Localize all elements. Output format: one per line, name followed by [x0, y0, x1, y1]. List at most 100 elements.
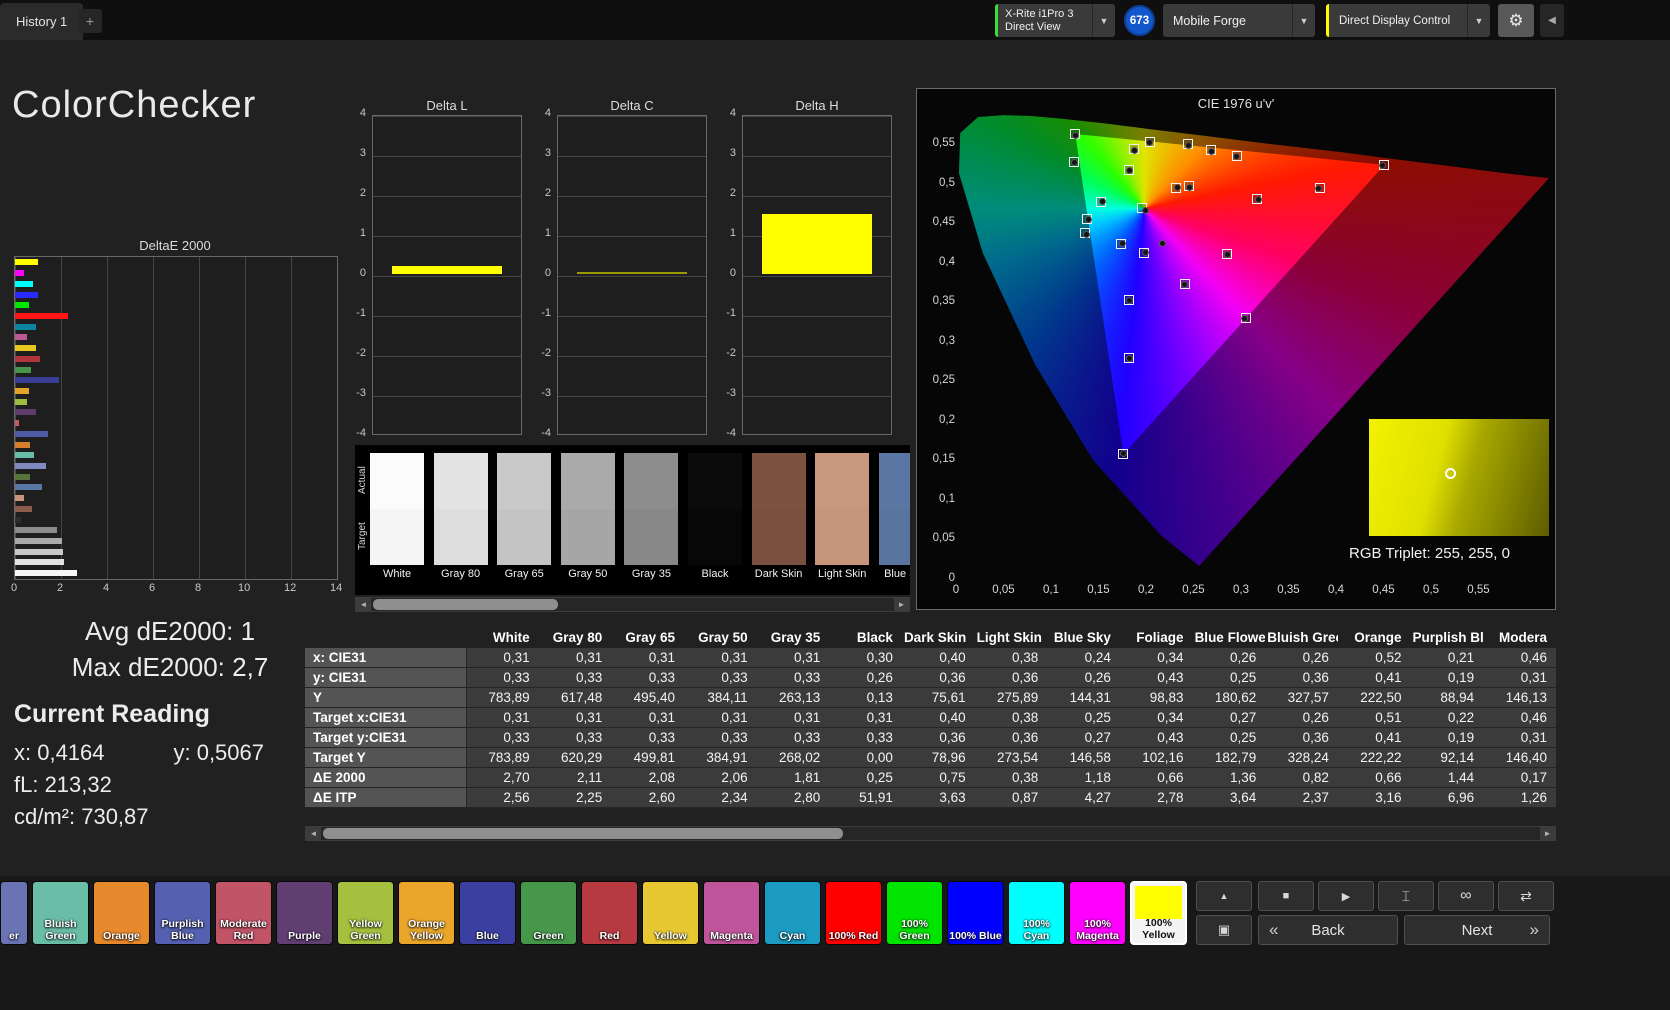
meter-select-button[interactable]: X-Rite i1Pro 3 Direct View ▼: [995, 4, 1115, 37]
table-cell: 222,50: [1360, 690, 1402, 705]
table-cell: 102,16: [1142, 750, 1184, 765]
table-header-row: White Gray 80 Gray 65 Gray 50 Gray 35 Black Da…: [305, 628, 1556, 648]
swatch-target-light-skin: [815, 509, 870, 565]
measured-point-marker: [1232, 153, 1240, 161]
swatch-scrollbar-thumb[interactable]: [373, 599, 558, 610]
measured-point-marker: [1173, 183, 1181, 191]
patch-button-100-cyan[interactable]: 100% Cyan: [1008, 881, 1065, 945]
pattern-source-button[interactable]: Mobile Forge ▼: [1163, 4, 1315, 37]
column-header-white: White: [492, 630, 530, 645]
table-cell: 0,87: [1011, 790, 1039, 805]
swatch-actual-gray-80: [433, 453, 488, 509]
chevron-down-icon[interactable]: ▼: [1092, 4, 1115, 37]
patch-button-moderate-red[interactable]: Moderate Red: [215, 881, 272, 945]
table-cell: 1,81: [794, 770, 821, 785]
patch-button-100-yellow[interactable]: 100% Yellow: [1130, 881, 1187, 945]
table-scrollbar[interactable]: ◄ ►: [305, 826, 1556, 841]
patch-button-er[interactable]: er: [0, 881, 28, 945]
y-axis-tick-label: -1: [541, 307, 551, 319]
collapse-panel-button[interactable]: ◀: [1540, 4, 1564, 37]
patch-button-bluish-green[interactable]: Bluish Green: [32, 881, 89, 945]
table-scrollbar-thumb[interactable]: [323, 828, 843, 839]
play-button[interactable]: ▶: [1318, 881, 1374, 911]
continuous-measure-button[interactable]: ∞: [1438, 881, 1494, 911]
table-cell: 0,33: [721, 670, 748, 685]
patch-button-orange-yellow[interactable]: Orange Yellow: [398, 881, 455, 945]
table-cell: 0,46: [1520, 650, 1547, 665]
page-title: ColorChecker: [12, 84, 257, 126]
chart-title-delta-h: Delta H: [795, 98, 839, 113]
swatch-target-black: [688, 509, 742, 565]
table-cell: 0,34: [1157, 710, 1184, 725]
table-row-y: Y 783,89 617,48 495,40 384,11 263,13 0,13 75,61…: [305, 687, 1556, 708]
table-cell: 0,13: [866, 690, 893, 705]
current-xy: x: 0,4164 y: 0,5067: [14, 740, 264, 766]
back-button[interactable]: « Back: [1258, 915, 1398, 945]
measured-point-marker: [1379, 161, 1387, 169]
display-control-button[interactable]: Direct Display Control ▼: [1326, 4, 1490, 37]
patch-label: Green: [533, 929, 564, 942]
chevron-down-icon[interactable]: ▼: [1467, 4, 1490, 37]
play-icon: ▶: [1341, 890, 1351, 903]
table-cell: 0,31: [648, 650, 675, 665]
patch-button-yellow[interactable]: Yellow: [642, 881, 699, 945]
table-cell: 146,58: [1069, 750, 1111, 765]
patch-button-green[interactable]: Green: [520, 881, 577, 945]
tab-history-1[interactable]: History 1: [0, 3, 84, 40]
patch-button-purple[interactable]: Purple: [276, 881, 333, 945]
patch-button-100-red[interactable]: 100% Red: [825, 881, 882, 945]
column-header-gray-80: Gray 80: [552, 630, 603, 645]
y-axis-tick-label: -3: [356, 387, 366, 399]
table-cell: 0,40: [939, 650, 966, 665]
delta-plot-delta-h: [742, 115, 892, 435]
table-cell: 617,48: [561, 690, 603, 705]
table-cell: 0,31: [503, 710, 530, 725]
table-cell: 0,31: [503, 650, 530, 665]
table-cell: 0,33: [503, 670, 530, 685]
patch-button-magenta[interactable]: Magenta: [703, 881, 760, 945]
swatch-label: Gray 80: [441, 568, 481, 580]
table-cell: 0,43: [1157, 730, 1184, 745]
loop-button[interactable]: ⇄: [1498, 881, 1554, 911]
deltae-bar-100-green: [15, 302, 29, 309]
patch-button-100-magenta[interactable]: 100% Magenta: [1069, 881, 1126, 945]
infinity-icon: ∞: [1460, 887, 1472, 904]
deltae-bar-white: [15, 570, 78, 577]
table-row-target-y: Target Y 783,89 620,29 499,81 384,91 268,02 0,…: [305, 747, 1556, 768]
scroll-left-icon[interactable]: ◄: [356, 598, 371, 611]
swatch-target-gray-80: [433, 509, 488, 565]
patch-label: Purple: [288, 929, 321, 942]
chevron-down-icon[interactable]: ▼: [1292, 4, 1315, 37]
patch-button-yellow-green[interactable]: Yellow Green: [337, 881, 394, 945]
single-measure-button[interactable]: ⌶: [1378, 881, 1434, 911]
patch-label: Magenta: [710, 929, 753, 942]
table-cell: 75,61: [931, 690, 966, 705]
loop-icon: ⇄: [1520, 887, 1532, 904]
rgb-triplet-label: RGB Triplet: 255, 255, 0: [1349, 545, 1510, 562]
patch-button-100-green[interactable]: 100% Green: [886, 881, 943, 945]
patch-button-orange[interactable]: Orange: [93, 881, 150, 945]
patch-button-red[interactable]: Red: [581, 881, 638, 945]
settings-button[interactable]: ⚙: [1498, 4, 1534, 37]
stop-button[interactable]: ■: [1258, 881, 1314, 911]
back-chevron-icon: «: [1269, 920, 1279, 939]
scroll-up-button[interactable]: ▲: [1196, 881, 1252, 911]
new-tab-button[interactable]: +: [78, 9, 102, 33]
x-axis-tick-label: 10: [238, 582, 251, 594]
column-header-gray-65: Gray 65: [625, 630, 675, 645]
x-axis-tick-label: 8: [194, 582, 202, 594]
pattern-window-button[interactable]: ▣: [1196, 915, 1252, 945]
scroll-right-icon[interactable]: ►: [1540, 827, 1555, 840]
swatch-strip-scrollbar[interactable]: ◄ ►: [355, 597, 910, 612]
patch-button-purplish-blue[interactable]: Purplish Blue: [154, 881, 211, 945]
scroll-right-icon[interactable]: ►: [894, 598, 909, 611]
column-header-dark-skin: Dark Skin: [903, 630, 967, 645]
deltae-bar-gray-35: [15, 527, 57, 534]
deltae-bar-gray-80: [15, 559, 64, 566]
patch-button-cyan[interactable]: Cyan: [764, 881, 821, 945]
scroll-left-icon[interactable]: ◄: [306, 827, 321, 840]
patch-button-blue[interactable]: Blue: [459, 881, 516, 945]
next-button[interactable]: Next »: [1404, 915, 1550, 945]
patch-button-100-blue[interactable]: 100% Blue: [947, 881, 1004, 945]
measured-point-marker: [1131, 146, 1139, 154]
